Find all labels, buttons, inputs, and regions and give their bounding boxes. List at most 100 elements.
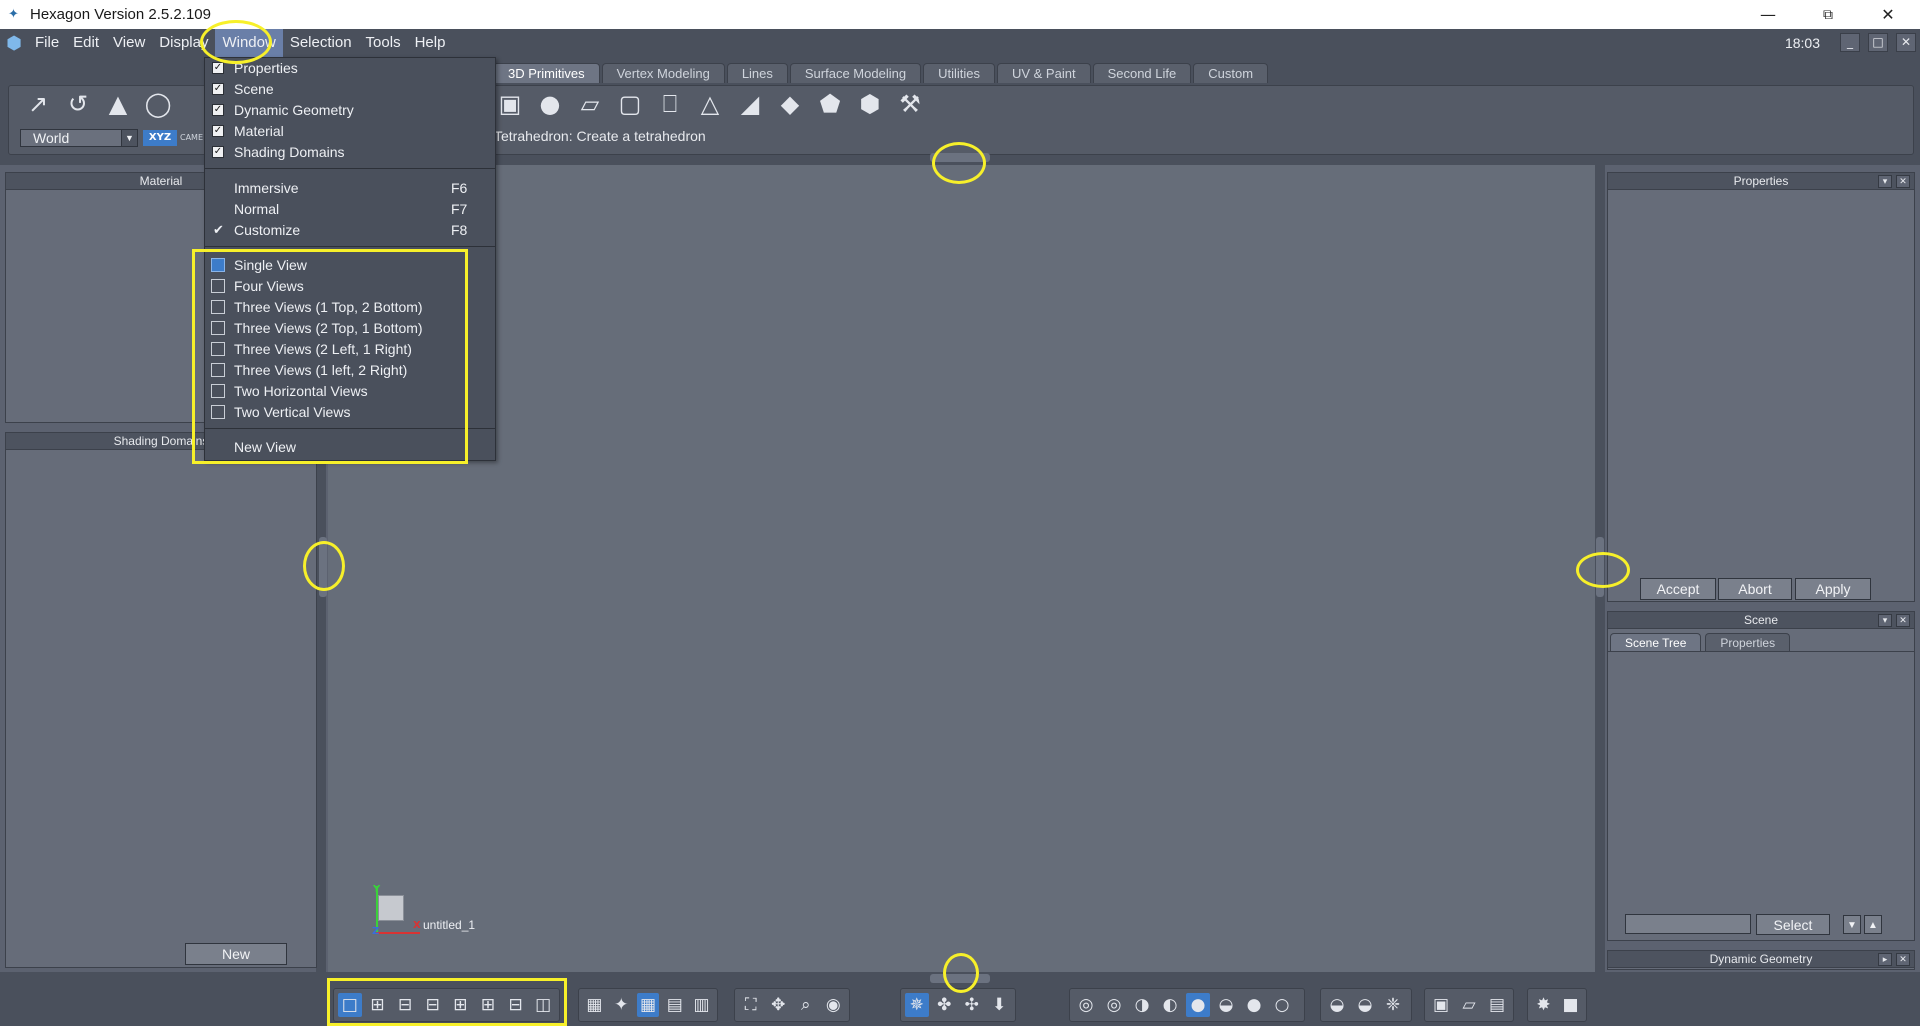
- cone-icon[interactable]: △: [694, 88, 726, 120]
- axis-y-label: Y: [373, 884, 381, 895]
- minimize-button[interactable]: —: [1740, 0, 1796, 29]
- tab-3d-primitives[interactable]: 3D Primitives: [493, 63, 600, 83]
- tab-vertex-modeling[interactable]: Vertex Modeling: [601, 63, 725, 83]
- tab-uv-paint[interactable]: UV & Paint: [996, 63, 1091, 83]
- render-icon[interactable]: ✸: [1532, 993, 1555, 1017]
- grid-red-icon[interactable]: ▤: [663, 993, 686, 1017]
- hidden-line-icon[interactable]: ◎: [1102, 993, 1126, 1017]
- apply-button[interactable]: Apply: [1795, 578, 1871, 600]
- layers-icon[interactable]: ▱: [1457, 993, 1481, 1017]
- triangle-icon[interactable]: ▲: [102, 88, 134, 120]
- light-1-icon[interactable]: ◒: [1325, 993, 1349, 1017]
- render-group: ✸ ■: [1527, 988, 1587, 1022]
- chevron-down-icon[interactable]: ▼: [121, 130, 137, 146]
- light-3-icon[interactable]: ❈: [1381, 993, 1405, 1017]
- close-button[interactable]: ✕: [1860, 0, 1916, 29]
- plane-icon[interactable]: ▱: [574, 88, 606, 120]
- dodecahedron-icon[interactable]: ⬟: [814, 88, 846, 120]
- menu-item-normal[interactable]: Normal F7: [205, 199, 495, 220]
- menu-item-dynamic-geometry[interactable]: ✓ Dynamic Geometry: [205, 100, 495, 121]
- tab-utilities[interactable]: Utilities: [923, 63, 995, 83]
- shaded-wire-icon[interactable]: ◐: [1158, 993, 1182, 1017]
- textured-icon[interactable]: ◒: [1214, 993, 1238, 1017]
- tab-second-life[interactable]: Second Life: [1092, 63, 1192, 83]
- menu-tools[interactable]: Tools: [359, 29, 408, 57]
- panel-menu-icon[interactable]: ▾: [1878, 614, 1892, 627]
- menu-selection[interactable]: Selection: [283, 29, 359, 57]
- menu-item-immersive[interactable]: Immersive F6: [205, 178, 495, 199]
- menu-file[interactable]: File: [28, 29, 66, 57]
- dynamic-geometry-panel: Dynamic Geometry ▸ ✕: [1607, 950, 1915, 970]
- camera-icon[interactable]: ■: [1559, 993, 1582, 1017]
- coordinate-system-select[interactable]: World ▼: [20, 129, 138, 147]
- gray-sphere-icon[interactable]: ●: [1242, 993, 1266, 1017]
- smooth-shaded-icon[interactable]: ●: [1186, 993, 1210, 1017]
- menu-edit[interactable]: Edit: [66, 29, 106, 57]
- box-display-icon[interactable]: ▣: [1429, 993, 1453, 1017]
- menu-view[interactable]: View: [106, 29, 152, 57]
- menu-item-scene[interactable]: ✓ Scene: [205, 79, 495, 100]
- select-button[interactable]: Select: [1756, 914, 1830, 935]
- panel-close-icon[interactable]: ✕: [1896, 175, 1910, 188]
- move-down-icon[interactable]: ▼: [1843, 915, 1861, 934]
- tab-custom[interactable]: Custom: [1193, 63, 1269, 83]
- pan-icon[interactable]: ✥: [767, 993, 791, 1017]
- cylinder-icon[interactable]: ⎕: [654, 88, 686, 120]
- scene-search-input[interactable]: [1625, 914, 1751, 934]
- move-up-icon[interactable]: ▲: [1864, 915, 1882, 934]
- menu-item-label: Scene: [234, 81, 274, 97]
- panel-close-icon[interactable]: ✕: [1896, 614, 1910, 627]
- snap-icon[interactable]: ✦: [610, 993, 633, 1017]
- stack-icon[interactable]: ▤: [1485, 993, 1509, 1017]
- lasso-icon[interactable]: ↺: [62, 88, 94, 120]
- light-2-icon[interactable]: ◒: [1353, 993, 1377, 1017]
- mdi-minimize-button[interactable]: _: [1840, 33, 1860, 52]
- grid-settings-icon[interactable]: ▦: [583, 993, 606, 1017]
- eye-icon[interactable]: ◉: [822, 993, 846, 1017]
- grid-green-icon[interactable]: ▥: [690, 993, 713, 1017]
- menu-help[interactable]: Help: [408, 29, 453, 57]
- panel-close-icon[interactable]: ✕: [1896, 953, 1910, 966]
- xyz-toggle[interactable]: XYZ: [143, 130, 177, 146]
- box-wire-icon[interactable]: ▢: [614, 88, 646, 120]
- navigation-group: ⛶ ✥ ⌕ ◉: [734, 988, 850, 1022]
- camera-toggle[interactable]: CAME: [180, 130, 204, 146]
- wireframe-icon[interactable]: ◎: [1074, 993, 1098, 1017]
- grid-icon[interactable]: ▦: [636, 993, 660, 1017]
- tetrahedron-icon[interactable]: ◢: [734, 88, 766, 120]
- panel-expand-icon[interactable]: ▸: [1878, 953, 1892, 966]
- hexagon-logo-icon[interactable]: ⬢: [0, 29, 28, 57]
- sphere-ring-icon[interactable]: ◯: [142, 88, 174, 120]
- panel-menu-icon[interactable]: ▾: [1878, 175, 1892, 188]
- menu-item-shading-domains[interactable]: ✓ Shading Domains: [205, 142, 495, 163]
- drop-to-floor-icon[interactable]: ⬇: [988, 993, 1012, 1017]
- pointer-icon[interactable]: ↗: [22, 88, 54, 120]
- cube-icon[interactable]: ▣: [494, 88, 526, 120]
- hammer-icon[interactable]: ⚒: [894, 88, 926, 120]
- checkbox-checked-icon: ✓: [212, 146, 224, 158]
- tab-scene-properties[interactable]: Properties: [1705, 633, 1791, 651]
- tab-surface-modeling[interactable]: Surface Modeling: [789, 63, 922, 83]
- rotate-manipulator-icon[interactable]: ✣: [960, 993, 984, 1017]
- pyramid-icon[interactable]: ◆: [774, 88, 806, 120]
- restore-button[interactable]: ⧉: [1800, 0, 1856, 29]
- sphere-icon[interactable]: ●: [534, 88, 566, 120]
- move-manipulator-icon[interactable]: ✤: [933, 993, 957, 1017]
- frame-all-icon[interactable]: ⛶: [739, 993, 763, 1017]
- menu-item-customize[interactable]: ✔ Customize F8: [205, 220, 495, 241]
- tab-scene-tree[interactable]: Scene Tree: [1610, 633, 1702, 651]
- zoom-icon[interactable]: ⌕: [794, 993, 818, 1017]
- icosahedron-icon[interactable]: ⬢: [854, 88, 886, 120]
- accept-button[interactable]: Accept: [1640, 578, 1716, 600]
- new-button[interactable]: New: [185, 943, 287, 965]
- mdi-restore-button[interactable]: □: [1868, 33, 1888, 52]
- checkbox-checked-icon: ✓: [212, 62, 224, 74]
- flat-shaded-icon[interactable]: ◑: [1130, 993, 1154, 1017]
- universal-manipulator-icon[interactable]: ✵: [905, 993, 929, 1017]
- mdi-close-button[interactable]: ✕: [1896, 33, 1916, 52]
- white-sphere-icon[interactable]: ○: [1270, 993, 1294, 1017]
- abort-button[interactable]: Abort: [1718, 578, 1792, 600]
- tab-lines[interactable]: Lines: [726, 63, 788, 83]
- 3d-viewport[interactable]: [328, 165, 1595, 972]
- menu-item-material[interactable]: ✓ Material: [205, 121, 495, 142]
